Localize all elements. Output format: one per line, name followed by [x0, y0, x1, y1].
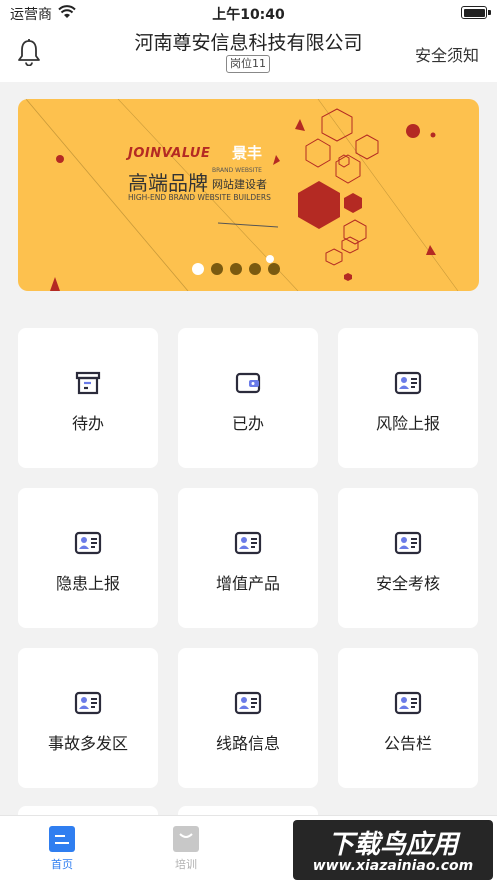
header-bar: 河南尊安信息科技有限公司 岗位11 安全须知 — [0, 26, 497, 82]
id-card-icon — [234, 530, 262, 556]
tab-training-label: 培训 — [175, 858, 197, 871]
id-card-icon — [394, 690, 422, 716]
carousel-dot[interactable] — [230, 263, 242, 275]
carousel-dot[interactable] — [249, 263, 261, 275]
menu-card-label: 隐患上报 — [55, 574, 120, 593]
banner-sub-cn: 网站建设者 — [212, 178, 267, 191]
menu-card[interactable]: 事故多发区 — [18, 648, 158, 788]
menu-card-label: 公告栏 — [383, 734, 432, 753]
menu-card-label: 增值产品 — [215, 574, 280, 593]
carousel-indicator — [192, 263, 280, 275]
banner-sub-en: HIGH-END BRAND WEBSITE BUILDERS — [128, 193, 271, 202]
menu-card[interactable]: 增值产品 — [178, 488, 318, 628]
post-badge: 岗位11 — [226, 55, 270, 73]
banner-headline: 高端品牌 — [128, 171, 208, 195]
menu-card[interactable]: 待办 — [18, 328, 158, 468]
status-bar: 运营商 上午10:40 — [0, 0, 497, 26]
carousel-dot[interactable] — [211, 263, 223, 275]
menu-card[interactable]: 隐患上报 — [18, 488, 158, 628]
menu-card[interactable]: 公告栏 — [338, 648, 478, 788]
id-card-icon — [74, 690, 102, 716]
menu-card[interactable]: 线路信息 — [178, 648, 318, 788]
carousel-dot[interactable] — [268, 263, 280, 275]
tab-home[interactable]: 首页 — [32, 826, 92, 872]
watermark: 下载鸟应用 www.xiazainiao.com — [293, 820, 493, 880]
tab-training[interactable]: 培训 — [156, 826, 216, 872]
id-card-icon — [394, 530, 422, 556]
menu-card[interactable]: 风险上报 — [338, 328, 478, 468]
menu-card-label: 线路信息 — [215, 734, 280, 753]
menu-card-label: 安全考核 — [375, 574, 440, 593]
id-card-icon — [394, 370, 422, 396]
banner-carousel[interactable]: JOINVALUE 景丰 高端品牌 BRAND WEBSITE 网站建设者 HI… — [18, 99, 479, 291]
menu-card[interactable]: 安全考核 — [338, 488, 478, 628]
menu-card-label: 事故多发区 — [47, 734, 128, 753]
wallet-icon — [234, 370, 262, 396]
banner-brand-cn: 景丰 — [232, 144, 263, 162]
menu-card[interactable]: 已办 — [178, 328, 318, 468]
id-card-icon — [74, 530, 102, 556]
id-card-icon — [234, 690, 262, 716]
archive-icon — [74, 370, 102, 396]
banner-sub-small: BRAND WEBSITE — [212, 167, 262, 174]
watermark-cn: 下载鸟应用 — [327, 830, 458, 860]
menu-card-label: 待办 — [71, 414, 104, 433]
menu-card-label: 已办 — [231, 414, 264, 433]
safety-notice-link[interactable]: 安全须知 — [415, 42, 479, 66]
battery-cap — [488, 10, 491, 15]
carousel-dot[interactable] — [192, 263, 204, 275]
banner-brand-en: JOINVALUE — [128, 146, 211, 161]
training-icon — [173, 826, 199, 852]
clock: 上午10:40 — [212, 7, 285, 23]
watermark-url: www.xiazainiao.com — [312, 858, 474, 874]
tab-home-label: 首页 — [51, 858, 73, 871]
menu-card-label: 风险上报 — [375, 414, 440, 433]
home-icon — [49, 826, 75, 852]
battery-icon — [461, 6, 487, 19]
